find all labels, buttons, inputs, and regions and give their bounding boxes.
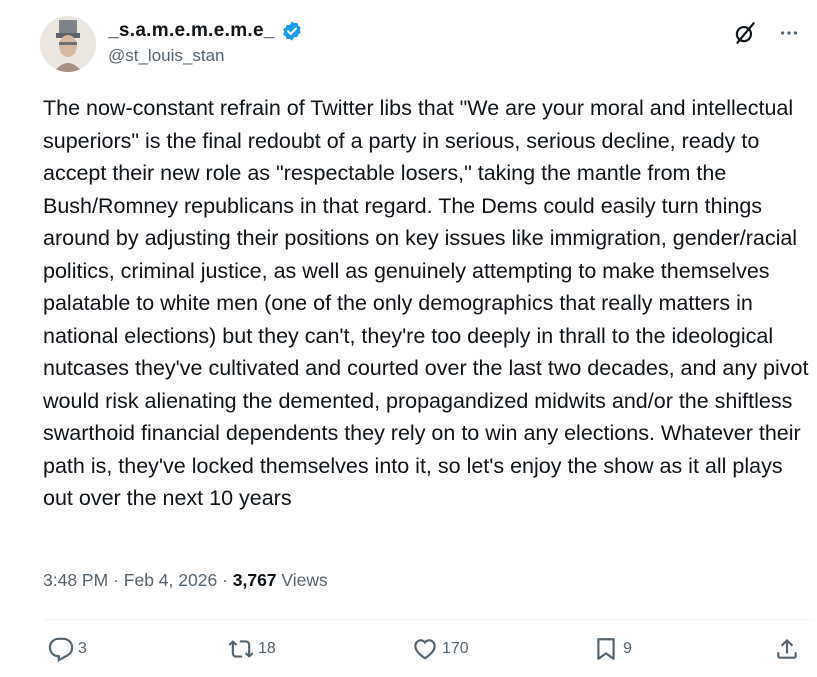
more-dots-icon[interactable] [778,22,800,44]
avatar[interactable] [40,16,96,72]
meta-separator: · [222,570,228,590]
meta-separator: · [113,570,119,590]
tweet-meta: 3:48 PM · Feb 4, 2026 · 3,767 Views [43,570,328,591]
verified-badge-icon [282,21,301,41]
repost-button[interactable]: 18 [228,636,276,662]
tweet-time[interactable]: 3:48 PM [43,570,108,590]
divider [43,619,813,620]
views-count[interactable]: 3,767 [233,570,277,590]
display-name[interactable]: _s.a.m.e.m.e.m.e_ [108,20,275,42]
grok-slash-icon[interactable] [732,20,758,46]
views-label: Views [281,570,328,590]
like-button[interactable]: 170 [412,636,469,662]
user-handle[interactable]: @st_louis_stan [108,46,303,66]
share-icon [777,638,797,659]
user-names: _s.a.m.e.m.e.m.e_ @st_louis_stan [108,20,303,66]
tweet-header: _s.a.m.e.m.e.m.e_ @st_louis_stan [40,16,810,76]
display-name-row: _s.a.m.e.m.e.m.e_ [108,20,303,42]
avatar-image [40,16,96,72]
bookmark-button[interactable]: 9 [593,636,632,662]
header-actions [732,20,800,46]
share-button[interactable] [774,636,800,662]
tweet-date[interactable]: Feb 4, 2026 [124,570,217,590]
reply-count: 3 [78,640,87,657]
tweet-text: The now-constant refrain of Twitter libs… [43,96,809,510]
repost-count: 18 [258,640,276,657]
repost-icon [228,640,254,658]
like-count: 170 [442,640,469,657]
reply-icon [48,637,74,662]
reply-button[interactable]: 3 [48,636,87,662]
bookmark-icon [597,638,615,660]
tweet-actions: 3 18 170 9 [48,636,808,668]
bookmark-count: 9 [623,640,632,657]
heart-icon [414,639,436,660]
